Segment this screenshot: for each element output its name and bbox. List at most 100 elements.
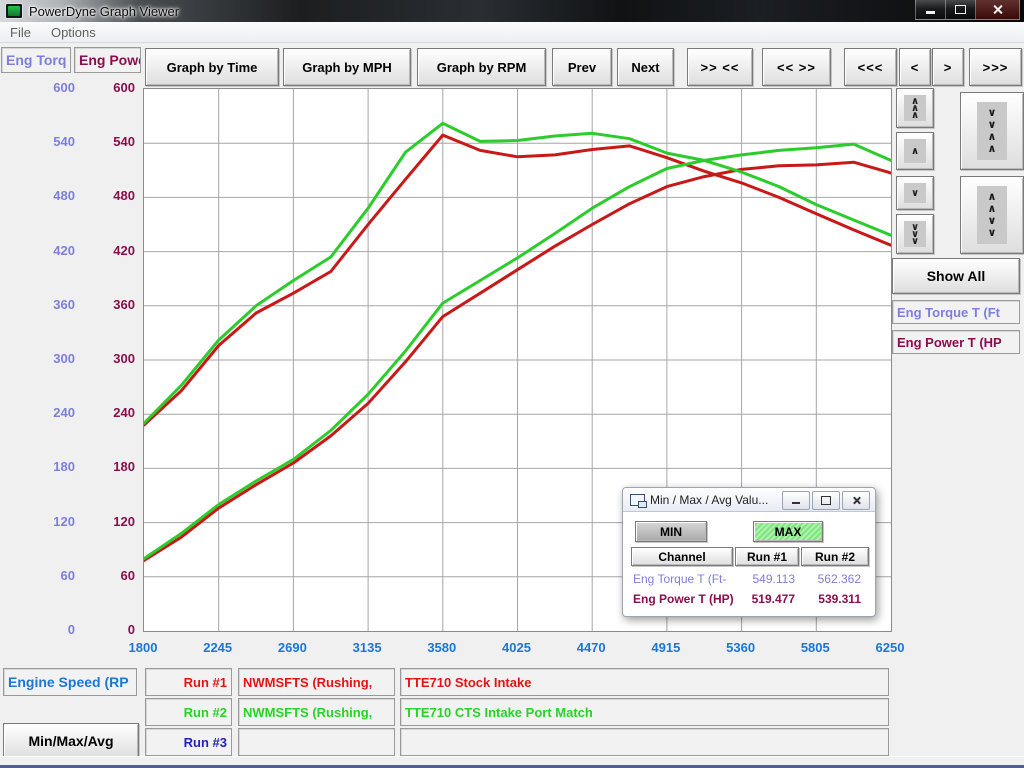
rpm-axis-tick-3135: 3135 — [332, 640, 402, 656]
column-header-channel[interactable]: Channel — [631, 547, 733, 566]
toolbar-button-zoom-out-horizontal[interactable]: << >> — [762, 48, 831, 86]
minmax-row-channel: Eng Torque T (Ft- — [633, 572, 741, 587]
restore-icon — [821, 496, 831, 505]
menu-file[interactable]: File — [0, 25, 41, 40]
minmax-avg-button[interactable]: Min/Max/Avg — [3, 723, 139, 759]
minmax-restore-button[interactable] — [812, 491, 840, 510]
minmax-window-title: Min / Max / Avg Valu... — [650, 493, 768, 507]
minimize-icon — [926, 11, 935, 14]
toolbar-button-graph-by-time[interactable]: Graph by Time — [145, 48, 279, 86]
expand-vertical-button[interactable]: ∧∧∨∨ — [960, 176, 1024, 254]
run-label-2[interactable]: Run #2 — [145, 698, 232, 726]
torque-axis-tick-0: 0 — [20, 623, 75, 637]
power-axis-tick-600: 600 — [90, 81, 135, 95]
rpm-axis-tick-4025: 4025 — [482, 640, 552, 656]
minmax-row-run2-value: 562.362 — [801, 572, 861, 587]
rpm-axis-tick-2690: 2690 — [257, 640, 327, 656]
rpm-axis-tick-5360: 5360 — [706, 640, 776, 656]
run-2-file-box[interactable]: NWMSFTS (Rushing, — [238, 698, 395, 726]
power-axis-tick-240: 240 — [90, 406, 135, 420]
column-header-run-1[interactable]: Run #1 — [735, 547, 799, 566]
close-button[interactable] — [976, 0, 1020, 20]
chevron-expand-vertical: ∧∧∨∨ — [977, 186, 1007, 244]
channel-label-torque[interactable]: Eng Torque T (Ft — [892, 300, 1020, 324]
torque-axis-tick-120: 120 — [20, 515, 75, 529]
run-label-1[interactable]: Run #1 — [145, 668, 232, 696]
torque-axis-tick-600: 600 — [20, 81, 75, 95]
power-axis-tick-480: 480 — [90, 189, 135, 203]
power-axis-tick-540: 540 — [90, 135, 135, 149]
minmax-row-run1-value: 519.477 — [735, 592, 795, 607]
minmax-window-icon — [630, 494, 645, 506]
max-button[interactable]: MAX — [753, 521, 823, 542]
run-3-file-box[interactable] — [238, 728, 395, 756]
minmax-close-button[interactable] — [842, 491, 870, 510]
minimize-icon — [792, 502, 800, 504]
close-icon — [852, 496, 861, 505]
show-all-button[interactable]: Show All — [892, 258, 1020, 294]
run-label-3[interactable]: Run #3 — [145, 728, 232, 756]
power-axis-tick-0: 0 — [90, 623, 135, 637]
power-axis-tick-360: 360 — [90, 298, 135, 312]
minmax-row-channel: Eng Power T (HP) — [633, 592, 741, 607]
x-axis-channel-label[interactable]: Engine Speed (RP — [3, 668, 137, 696]
run-3-description-box[interactable] — [400, 728, 889, 756]
run-1-file-box[interactable]: NWMSFTS (Rushing, — [238, 668, 395, 696]
chevron-up: ∧ — [904, 139, 926, 163]
toolbar-button-pan-far-left[interactable]: <<< — [844, 48, 897, 86]
minmax-minimize-button[interactable] — [782, 491, 810, 510]
power-axis-tick-420: 420 — [90, 244, 135, 258]
maximize-icon — [955, 5, 966, 14]
chevron-collapse-vertical: ∨∨∧∧ — [977, 102, 1007, 160]
maximize-button[interactable] — [946, 0, 976, 20]
minmax-row-run2-value: 539.311 — [801, 592, 861, 607]
rpm-axis-tick-4470: 4470 — [556, 640, 626, 656]
eng-power-axis-toggle[interactable]: Eng Powe — [74, 47, 141, 73]
min-button[interactable]: MIN — [635, 521, 707, 542]
window-bottom-border — [0, 756, 1024, 768]
close-icon — [992, 4, 1003, 15]
torque-axis-tick-60: 60 — [20, 569, 75, 583]
toolbar-button-pan-left[interactable]: < — [899, 48, 931, 86]
chevron-triple-down: ∨∨∨ — [904, 221, 926, 247]
powerdyne-window: PowerDyne Graph Viewer File Options Eng … — [0, 0, 1024, 768]
rpm-axis-tick-3580: 3580 — [407, 640, 477, 656]
power-axis-tick-300: 300 — [90, 352, 135, 366]
menu-options[interactable]: Options — [41, 25, 106, 40]
scroll-bottom-button[interactable]: ∨∨∨ — [896, 214, 934, 254]
toolbar-button-pan-right[interactable]: > — [932, 48, 964, 86]
torque-axis-tick-300: 300 — [20, 352, 75, 366]
minmax-window[interactable]: Min / Max / Avg Valu... MINMAXChannelRun… — [622, 487, 876, 617]
eng-torque-axis-toggle[interactable]: Eng Torq — [1, 47, 71, 73]
rpm-axis-tick-5805: 5805 — [780, 640, 850, 656]
torque-axis-tick-240: 240 — [20, 406, 75, 420]
toolbar-button-next[interactable]: Next — [617, 48, 674, 86]
power-axis-tick-120: 120 — [90, 515, 135, 529]
scroll-down-button[interactable]: ∨ — [896, 176, 934, 210]
title-bar[interactable]: PowerDyne Graph Viewer — [0, 0, 1024, 22]
rpm-axis-tick-2245: 2245 — [183, 640, 253, 656]
torque-axis-tick-480: 480 — [20, 189, 75, 203]
power-axis-tick-60: 60 — [90, 569, 135, 583]
toolbar-button-pan-far-right[interactable]: >>> — [969, 48, 1022, 86]
power-axis-tick-180: 180 — [90, 460, 135, 474]
toolbar-button-graph-by-mph[interactable]: Graph by MPH — [283, 48, 411, 86]
minimize-button[interactable] — [915, 0, 946, 20]
menu-bar: File Options — [0, 22, 1024, 43]
run-1-description-box[interactable]: TTE710 Stock Intake — [400, 668, 889, 696]
scroll-top-button[interactable]: ∧∧∧ — [896, 88, 934, 128]
toolbar-button-graph-by-rpm[interactable]: Graph by RPM — [417, 48, 546, 86]
minmax-window-titlebar[interactable]: Min / Max / Avg Valu... — [623, 488, 875, 512]
torque-axis-tick-360: 360 — [20, 298, 75, 312]
rpm-axis-tick-6250: 6250 — [855, 640, 925, 656]
minmax-row-run1-value: 549.113 — [735, 572, 795, 587]
scroll-up-button[interactable]: ∧ — [896, 132, 934, 170]
run-2-description-box[interactable]: TTE710 CTS Intake Port Match — [400, 698, 889, 726]
chevron-down: ∨ — [904, 183, 926, 203]
window-title: PowerDyne Graph Viewer — [29, 4, 179, 19]
collapse-vertical-button[interactable]: ∨∨∧∧ — [960, 92, 1024, 170]
toolbar-button-zoom-in-horizontal[interactable]: >> << — [687, 48, 753, 86]
column-header-run-2[interactable]: Run #2 — [801, 547, 869, 566]
toolbar-button-prev[interactable]: Prev — [552, 48, 612, 86]
channel-label-power[interactable]: Eng Power T (HP — [892, 330, 1020, 354]
